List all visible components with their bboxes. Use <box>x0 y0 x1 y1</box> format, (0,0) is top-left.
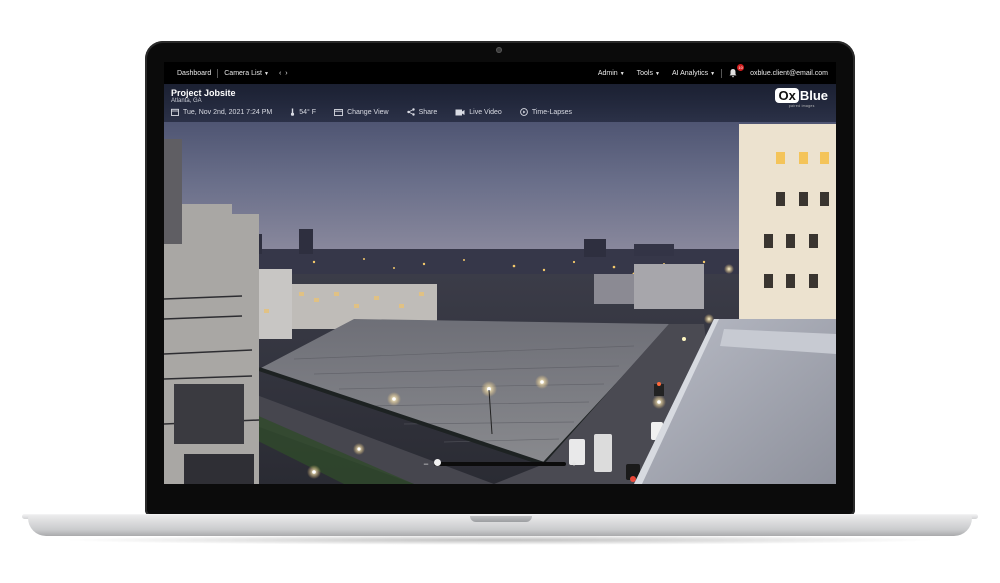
caret-down-icon: ▼ <box>654 70 660 77</box>
timeline-slider[interactable] <box>434 459 566 466</box>
next-camera-icon[interactable]: › <box>285 70 291 77</box>
laptop-screen: Dashboard Camera List ▼ ‹› Admin ▼ Tools ▼ … <box>164 62 836 484</box>
date-picker-button[interactable]: Tue, Nov 2nd, 2021 7:24 PM <box>171 108 272 116</box>
camera-image <box>164 84 836 484</box>
nav-divider <box>721 68 723 78</box>
timeline-control: − + <box>421 457 579 471</box>
share-label: Share <box>418 108 438 116</box>
share-icon <box>406 108 415 116</box>
oxblue-logo: Ox Blue paired images <box>775 88 828 108</box>
video-camera-icon <box>455 109 465 115</box>
time-lapses-label: Time-Lapses <box>531 108 573 116</box>
camera-toolbar: Tue, Nov 2nd, 2021 7:24 PM 54° F Change … <box>171 108 572 116</box>
logo-ox: Ox <box>775 88 799 103</box>
image-date-time: Tue, Nov 2nd, 2021 7:24 PM <box>183 108 273 116</box>
thermometer-icon <box>291 108 295 116</box>
logo-tagline: paired images <box>788 104 815 108</box>
live-video-label: Live Video <box>469 108 502 116</box>
camera-viewer[interactable]: Project Jobsite Atlanta, GA Tue, Nov 2nd… <box>164 84 836 484</box>
tools-menu[interactable]: Tools ▼ <box>631 70 666 77</box>
caret-down-icon: ▼ <box>710 70 716 77</box>
notifications-button[interactable]: 10 <box>728 64 745 78</box>
camera-header: Project Jobsite Atlanta, GA Tue, Nov 2nd… <box>164 84 836 122</box>
share-button[interactable]: Share <box>406 108 438 116</box>
project-location: Atlanta, GA <box>171 98 202 104</box>
ai-analytics-menu[interactable]: AI Analytics ▼ <box>666 70 721 77</box>
calendar-icon <box>171 108 179 116</box>
logo-wordmark: Ox Blue <box>775 88 828 103</box>
logo-blue: Blue <box>799 88 828 103</box>
caret-down-icon: ▼ <box>263 70 269 77</box>
admin-menu[interactable]: Admin ▼ <box>592 70 631 77</box>
timeline-handle[interactable] <box>434 459 441 466</box>
ai-analytics-label: AI Analytics <box>671 69 709 77</box>
live-video-button[interactable]: Live Video <box>455 109 502 116</box>
camera-nav-arrows: ‹› <box>275 70 296 77</box>
camera-list-label: Camera List <box>224 69 262 77</box>
user-account-menu[interactable]: oxblue.client@email.com <box>744 70 828 77</box>
notification-badge: 10 <box>737 64 745 71</box>
temperature-value: 54° F <box>299 108 317 116</box>
play-circle-icon <box>519 108 528 116</box>
webcam <box>496 47 502 53</box>
timeline-zoom-out-button[interactable]: − <box>421 459 431 469</box>
bell-icon <box>729 69 737 78</box>
camera-list-dropdown[interactable]: Camera List ▼ <box>218 70 275 77</box>
change-view-button[interactable]: Change View <box>334 109 389 116</box>
dashboard-link[interactable]: Dashboard <box>171 70 217 77</box>
view-icon <box>334 108 344 116</box>
laptop-shadow <box>60 535 940 545</box>
nav-left: Dashboard Camera List ▼ ‹› <box>164 68 296 78</box>
change-view-label: Change View <box>347 108 389 116</box>
laptop-notch <box>470 516 532 522</box>
nav-right: Admin ▼ Tools ▼ AI Analytics ▼ 10 oxblue.cl… <box>592 64 836 78</box>
timeline-zoom-in-button[interactable]: + <box>569 459 579 469</box>
tools-label: Tools <box>636 69 653 77</box>
top-nav: Dashboard Camera List ▼ ‹› Admin ▼ Tools ▼ … <box>164 62 836 84</box>
weather-readout: 54° F <box>290 108 316 116</box>
project-title: Project Jobsite <box>171 88 236 98</box>
caret-down-icon: ▼ <box>619 70 625 77</box>
time-lapses-button[interactable]: Time-Lapses <box>519 108 573 116</box>
admin-label: Admin <box>597 69 618 77</box>
